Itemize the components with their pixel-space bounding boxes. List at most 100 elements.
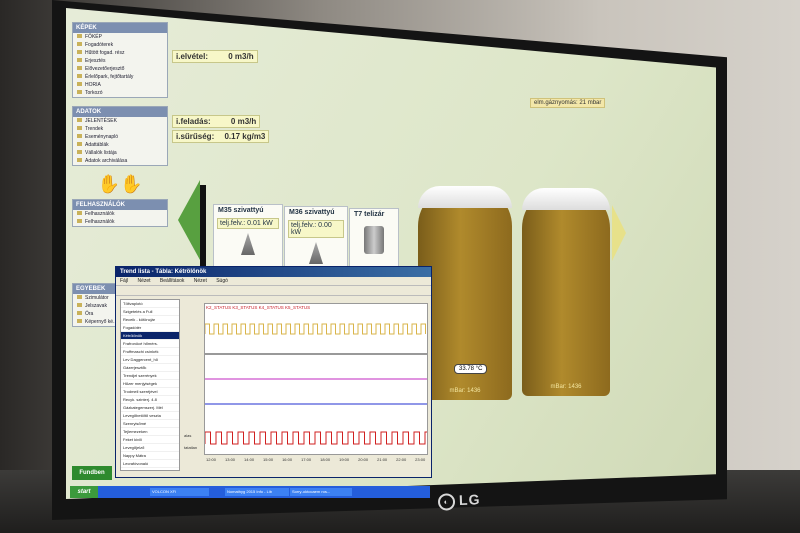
- menu-item[interactable]: Nézet: [194, 278, 207, 284]
- time-tick: 14:00: [244, 457, 255, 462]
- trend-variable-item[interactable]: Feket kivili: [121, 436, 179, 444]
- tank-dome: [522, 188, 610, 210]
- trend-variable-item[interactable]: Gázerjesztők: [121, 364, 179, 372]
- monitor-brand-logo: ◐ LG: [437, 491, 481, 511]
- menu-item[interactable]: Súgó: [216, 278, 228, 284]
- nav-item[interactable]: JELENTÉSEK: [73, 117, 167, 125]
- nav-item[interactable]: FŐKÉP: [73, 33, 167, 41]
- pump-m35[interactable]: M35 szivattyú telj.felv.: 0.01 kW: [213, 204, 283, 272]
- pump-name: M36 szivattyú: [289, 209, 335, 216]
- nav-item[interactable]: Erjesztés: [73, 57, 167, 65]
- trend-variable-item[interactable]: Fruffmaschi csínkék: [121, 348, 179, 356]
- trend-variable-item[interactable]: Tejlemezeken: [121, 428, 179, 436]
- nav-item[interactable]: Torkozó: [73, 89, 167, 97]
- y-label: tatatlan: [184, 445, 198, 450]
- trend-variable-item[interactable]: Recyk. szinterj. 4.8: [121, 396, 179, 404]
- taskbar-item[interactable]: VOLCON XFI: [150, 488, 209, 496]
- trend-variable-item[interactable]: Töltvaplotó: [121, 300, 179, 308]
- nav-item[interactable]: Adattáblák: [73, 141, 167, 149]
- trend-variable-item[interactable]: Trendjel szerények: [121, 372, 179, 380]
- trend-variable-item[interactable]: Trodmell szeréjével: [121, 388, 179, 396]
- time-tick: 21:00: [377, 457, 388, 462]
- toolbar: [116, 286, 431, 296]
- time-tick: 12:00: [206, 457, 217, 462]
- time-tick: 15:00: [263, 457, 274, 462]
- tank-temperature: 33.78 °C: [454, 364, 488, 374]
- nav-item[interactable]: Vállalók listája: [73, 149, 167, 157]
- readout-label: i.sűrűség:: [176, 132, 215, 141]
- nav-item[interactable]: HORIA: [73, 81, 167, 89]
- y-label: alas: [184, 433, 192, 438]
- trend-line: [204, 431, 431, 445]
- brand-logo: Fundben: [72, 466, 112, 480]
- nav-item[interactable]: Felhasználók: [73, 218, 167, 226]
- nav-item[interactable]: Érlelőpark, fejtőtartály: [73, 73, 167, 81]
- pump-power-label: telj.felv.:: [291, 222, 317, 229]
- flow-arrow-right: [612, 205, 626, 261]
- trend-variable-item[interactable]: Gázkategemszerj. Mél: [121, 404, 179, 412]
- trend-variable-item[interactable]: Levegőjelző: [121, 444, 179, 452]
- pump-icon: [309, 242, 323, 264]
- menu-item[interactable]: Nézet: [137, 278, 150, 284]
- trend-window[interactable]: Trend lista - Tábla: Kétrölönök Fájl Néz…: [115, 266, 432, 478]
- nav-item[interactable]: Hűtött fogad. rész: [73, 49, 167, 57]
- tank-2[interactable]: mBar: 1436: [522, 188, 610, 396]
- tank-dome: [418, 186, 512, 208]
- trend-plot-svg: [204, 323, 431, 445]
- time-tick: 19:00: [339, 457, 350, 462]
- flow-arrow-left: [178, 180, 200, 260]
- trend-variable-list[interactable]: Töltvaplotó Szigetelés a Full Receik - köt…: [120, 299, 180, 471]
- valve-t7[interactable]: T7 telizár: [349, 208, 399, 272]
- pump-power: telj.felv.: 0.00 kW: [288, 220, 344, 238]
- time-tick: 23:00: [415, 457, 426, 462]
- pump-m36[interactable]: M36 szivattyú telj.felv.: 0.00 kW: [284, 206, 348, 272]
- feladas-readout: i.feladás: 0 m3/h: [172, 115, 261, 128]
- menu-item[interactable]: Beállítások: [160, 278, 184, 284]
- nav-item[interactable]: Felhasználók: [73, 210, 167, 218]
- panel-kepek: KÉPEK FŐKÉP Fogadóterek Hűtött fogad. ré…: [72, 22, 168, 98]
- taskbar-item[interactable]: Nomathyg 2015 Info - Lib: [225, 488, 289, 496]
- panel-adatok: ADATOK JELENTÉSEK Trendek Eseménynapló A…: [72, 106, 168, 166]
- taskbar-item[interactable]: Sorry-oktocaem ros...: [290, 488, 352, 496]
- start-button[interactable]: start: [70, 486, 98, 498]
- nav-item[interactable]: Trendek: [73, 125, 167, 133]
- nav-item[interactable]: Fogadóterek: [73, 41, 167, 49]
- readout-label: i.feladás:: [176, 117, 211, 126]
- trend-variable-item[interactable]: Szenryisőmé: [121, 420, 179, 428]
- trend-variable-item[interactable]: Lecrafóvonaló: [121, 460, 179, 468]
- nav-item[interactable]: Adatok archiválása: [73, 157, 167, 165]
- time-tick: 20:00: [358, 457, 369, 462]
- readout-value: 0 m3/h: [230, 117, 257, 126]
- menu-bar: Fájl Nézet Beállítások Nézet Súgó: [116, 277, 431, 286]
- pump-name: M35 szivattyú: [218, 207, 264, 214]
- pump-icon: [241, 233, 255, 255]
- pump-power-label: telj.felv.:: [220, 220, 246, 227]
- trend-line: [204, 323, 426, 335]
- trend-variable-item[interactable]: Szigetelés a Full: [121, 308, 179, 316]
- trend-variable-item[interactable]: Levegőbetöltő veszta: [121, 412, 179, 420]
- tank-level: mBar: 1436: [449, 388, 481, 394]
- trend-variable-item[interactable]: Kétrölönök: [121, 332, 179, 340]
- legend-text: K2_STATUS K3_STATUS K4_STATUS K5_STATUS: [206, 305, 311, 310]
- elvetel-readout: i.elvétel: 0 m3/h: [172, 50, 258, 63]
- trend-variable-item[interactable]: Hűzer menjyiségek: [121, 380, 179, 388]
- panel-title: KÉPEK: [73, 23, 167, 33]
- trend-legend: K2_STATUS K3_STATUS K4_STATUS K5_STATUS: [206, 305, 310, 310]
- menu-item[interactable]: Fájl: [120, 278, 128, 284]
- trend-variable-item[interactable]: Fogadótér: [121, 324, 179, 332]
- time-tick: 18:00: [320, 457, 331, 462]
- suruseg-readout: i.sűrűség: 0.17 kg/m3: [172, 130, 270, 143]
- trend-variable-item[interactable]: Receik - kötöncjár: [121, 316, 179, 324]
- gas-pressure-tag: elm.gáznyomás: 21 mbar: [530, 98, 606, 108]
- nav-item[interactable]: Elővezetőerjesztő: [73, 65, 167, 73]
- nav-item[interactable]: Eseménynapló: [73, 133, 167, 141]
- panel-title: ADATOK: [73, 107, 167, 117]
- hands-icon: ✋✋: [97, 174, 143, 194]
- time-tick: 17:00: [301, 457, 312, 462]
- level-bar: [200, 185, 206, 275]
- readout-value: 0 m3/h: [228, 52, 254, 61]
- trend-variable-item[interactable]: Lev Daggercent_hõ: [121, 356, 179, 364]
- trend-variable-item[interactable]: Nappy Mátra: [121, 452, 179, 460]
- trend-variable-item[interactable]: Frafronöcé hőmérs.: [121, 340, 179, 348]
- pump-power: telj.felv.: 0.01 kW: [217, 218, 279, 229]
